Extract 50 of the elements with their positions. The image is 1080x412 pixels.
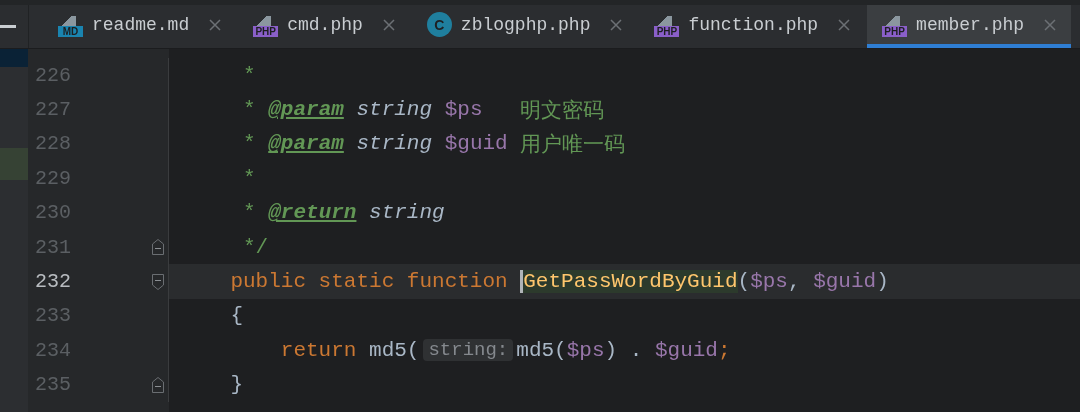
- doc-comment: 明文密码: [519, 98, 605, 124]
- doc-comment: *: [242, 166, 256, 190]
- close-icon[interactable]: [208, 17, 223, 32]
- close-icon[interactable]: [381, 17, 396, 32]
- class-file-icon: C: [426, 12, 452, 37]
- fold-icon[interactable]: [151, 272, 165, 291]
- keyword: ;: [717, 338, 731, 362]
- variable-name: $guid: [813, 270, 877, 294]
- close-icon[interactable]: [837, 17, 852, 32]
- close-icon[interactable]: [609, 17, 624, 32]
- editor-tab[interactable]: PHP cmd.php: [238, 5, 410, 48]
- code-text: }: [229, 373, 243, 397]
- code-text: (: [737, 270, 751, 294]
- doc-comment: *: [242, 132, 257, 156]
- keyword: public static function: [229, 270, 509, 294]
- variable-name: $guid: [444, 132, 508, 156]
- doc-comment: *: [242, 63, 256, 87]
- function-name: GetPassWordByGuid: [520, 270, 738, 294]
- doc-tag: @param: [268, 98, 344, 122]
- variable-name: $ps: [566, 338, 605, 362]
- code-text: ,: [787, 270, 802, 294]
- editor-tab[interactable]: PHP member.php: [867, 5, 1072, 48]
- minimize-icon[interactable]: [0, 24, 16, 29]
- type-name: string: [355, 98, 434, 122]
- selection-marker: [0, 49, 28, 67]
- doc-comment: 用户唯一码: [519, 132, 626, 158]
- editor-tab[interactable]: C zblogphp.php: [411, 5, 638, 48]
- code-text: md5(: [369, 338, 420, 362]
- editor-tab[interactable]: PHP function.php: [639, 5, 866, 48]
- doc-tag: @return: [268, 201, 357, 225]
- keyword: return: [279, 338, 358, 362]
- fold-icon[interactable]: [151, 238, 165, 257]
- variable-name: $guid: [654, 338, 718, 362]
- doc-comment: */: [242, 235, 269, 259]
- doc-comment: *: [242, 98, 257, 122]
- change-marker: [0, 148, 28, 180]
- code-text: ): [876, 270, 889, 294]
- parameter-hint: string:: [423, 339, 514, 362]
- code-text: ) .: [604, 338, 644, 362]
- code-text: md5(: [516, 338, 567, 362]
- editor-tab[interactable]: MD readme.md: [43, 5, 237, 48]
- fold-icon[interactable]: [151, 375, 165, 394]
- doc-comment: *: [242, 201, 257, 225]
- close-icon[interactable]: [1043, 17, 1058, 32]
- doc-tag: @param: [268, 132, 344, 156]
- variable-name: $ps: [444, 98, 483, 122]
- variable-name: $ps: [750, 270, 788, 294]
- code-text: {: [229, 304, 243, 328]
- type-name: string: [368, 201, 445, 225]
- type-name: string: [355, 132, 434, 156]
